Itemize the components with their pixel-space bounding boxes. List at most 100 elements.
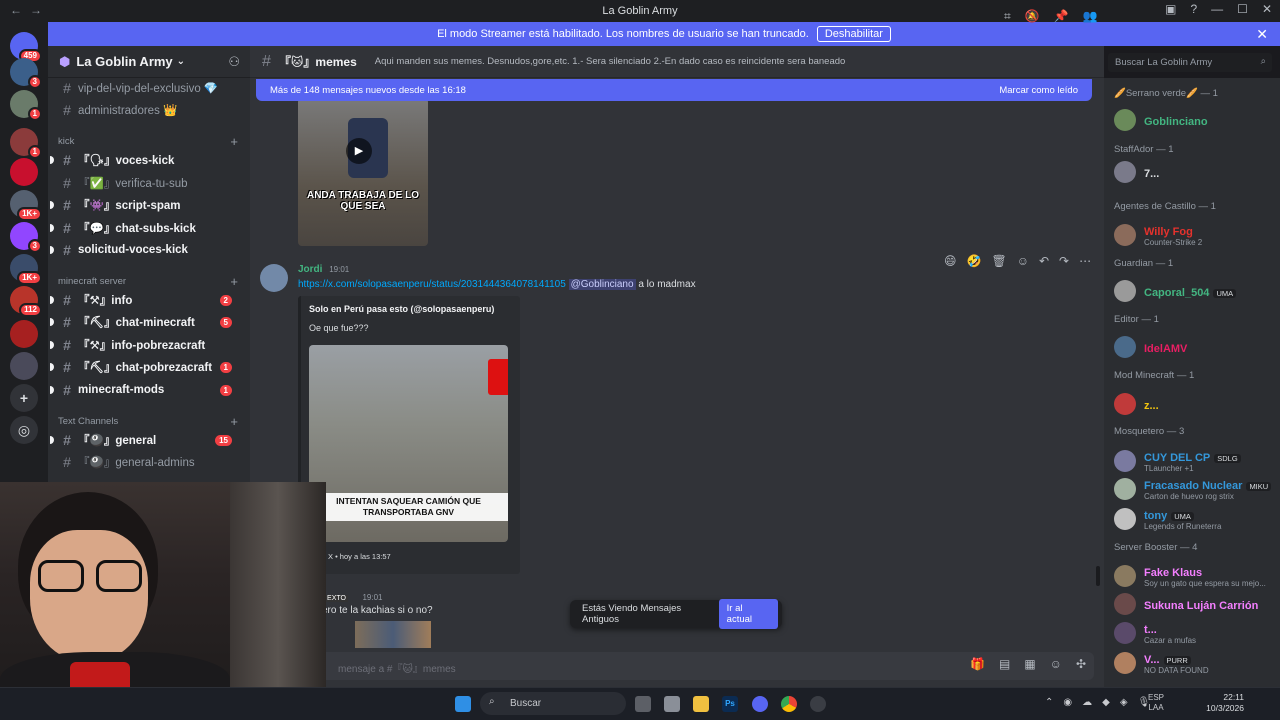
tray-icon[interactable]: ☁ (1082, 697, 1092, 708)
video-attachment[interactable]: ▶ ANDA TRABAJA DE LO QUE SEA (298, 98, 428, 246)
scrollbar[interactable] (1096, 566, 1100, 586)
channel-item[interactable]: # 『⛏』chat-pobrezacraft 1 (50, 357, 242, 377)
minimize-icon[interactable]: — (1211, 2, 1223, 16)
server-icon[interactable] (10, 352, 38, 380)
task-view-icon[interactable] (635, 696, 651, 712)
message-link[interactable]: https://x.com/solopasaenperu/status/2031… (298, 279, 566, 290)
reaction-trash-icon[interactable]: 🗑 (991, 254, 1006, 268)
channel-item[interactable]: # vip-del-vip-del-exclusivo 💎 (56, 78, 242, 98)
user-mention[interactable]: @Goblinciano (568, 279, 636, 290)
member-item[interactable]: 7... (1114, 158, 1278, 186)
channel-item[interactable]: # 『⚒』info-pobrezacraft (50, 335, 242, 355)
sticker-icon[interactable]: ▦ (1024, 657, 1035, 671)
add-channel-icon[interactable]: + (230, 414, 238, 429)
more-icon[interactable]: ⋯ (1079, 254, 1091, 268)
threads-icon[interactable]: ⌗ (1004, 9, 1011, 24)
close-window-icon[interactable]: ✕ (1262, 2, 1272, 16)
forward-icon[interactable]: → (30, 3, 42, 17)
server-icon[interactable]: 1 (10, 128, 42, 159)
reply-icon[interactable]: ↶ (1039, 254, 1049, 268)
forward-icon[interactable]: ↷ (1059, 254, 1069, 268)
mute-icon[interactable]: 🔕 (1025, 9, 1040, 24)
reaction-smile-icon[interactable]: 😄 (944, 254, 957, 268)
server-icon[interactable]: 1 (10, 90, 42, 121)
disable-streamer-button[interactable]: Deshabilitar (816, 26, 891, 42)
server-icon[interactable]: 3 (10, 58, 42, 89)
member-item[interactable]: Caporal_504 UMA (1114, 277, 1278, 305)
back-icon[interactable]: ← (10, 3, 22, 17)
chrome-icon[interactable] (781, 696, 797, 712)
channel-category[interactable]: Text Channels + (58, 414, 238, 429)
member-item[interactable]: V... PURR NO DATA FOUND (1114, 649, 1278, 677)
channel-category[interactable]: kick + (58, 134, 238, 149)
author-name[interactable]: Jordi (298, 264, 322, 275)
server-icon[interactable] (10, 320, 38, 348)
emoji-icon[interactable]: ☺ (1050, 657, 1062, 671)
channel-item[interactable]: # 『🎱』general-admins (56, 452, 242, 472)
channel-item[interactable]: # minecraft-mods 1 (50, 380, 242, 400)
play-icon[interactable]: ▶ (346, 138, 372, 164)
member-item[interactable]: CUY DEL CP SDLG TLauncher +1 (1114, 447, 1278, 475)
channel-item[interactable]: # 『⛏』chat-minecraft 5 (50, 312, 242, 332)
search-input[interactable]: Buscar La Goblin Army ⌕ (1108, 53, 1272, 72)
server-icon[interactable]: 459 (10, 32, 42, 63)
close-icon[interactable]: ✕ (1256, 26, 1268, 43)
member-item[interactable]: Fake Klaus Soy un gato que espera su mejo… (1114, 562, 1278, 590)
server-icon[interactable]: 3 (10, 222, 42, 253)
add-member-icon[interactable]: ⚇ (228, 54, 240, 70)
app-icon[interactable] (664, 696, 680, 712)
channel-category[interactable]: minecraft server + (58, 274, 238, 289)
maximize-icon[interactable]: ☐ (1237, 2, 1248, 16)
help-icon[interactable]: ? (1190, 2, 1197, 16)
server-icon[interactable]: 1K+ (10, 254, 42, 285)
start-icon[interactable] (455, 696, 471, 712)
member-item[interactable]: Willy Fog Counter-Strike 2 (1114, 221, 1278, 249)
member-item[interactable]: Fracasado Nuclear MIKU Carton de huevo rog… (1114, 475, 1278, 503)
member-item[interactable]: IdelAMV (1114, 333, 1278, 361)
reaction-laugh-icon[interactable]: 🤣 (967, 254, 982, 268)
clock[interactable]: 22:11 10/3/2026 (1206, 692, 1244, 714)
taskbar-search[interactable]: ⌕ Buscar (480, 692, 626, 715)
apps-icon[interactable]: ✣ (1076, 657, 1086, 671)
channel-item[interactable]: # 『🗣』voces-kick (50, 150, 242, 170)
chevron-up-icon[interactable]: ⌃ (1045, 697, 1053, 708)
server-icon[interactable]: 112 (10, 286, 42, 317)
new-messages-bar[interactable]: Más de 148 mensajes nuevos desde las 16:… (256, 79, 1092, 101)
member-item[interactable]: Goblinciano (1114, 106, 1278, 134)
members-icon[interactable]: 👥 (1083, 9, 1098, 24)
server-icon[interactable] (10, 158, 38, 186)
photoshop-icon[interactable]: Ps (722, 696, 738, 712)
folder-icon[interactable] (693, 696, 709, 712)
language-indicator[interactable]: ESP LAA (1148, 693, 1164, 713)
gif-icon[interactable]: ▤ (999, 657, 1010, 671)
add-reaction-icon[interactable]: ☺ (1017, 254, 1029, 268)
channel-item[interactable]: # 『👾』script-spam (50, 195, 242, 215)
add-channel-icon[interactable]: + (230, 134, 238, 149)
server-header[interactable]: ⬢ La Goblin Army ⌄ ⚇ (48, 46, 250, 78)
channel-topic[interactable]: Aqui manden sus memes. Desnudos,gore,etc… (375, 56, 846, 67)
tray-icon[interactable]: ◈ (1120, 697, 1128, 708)
jump-to-present-button[interactable]: Ir al actual (718, 599, 778, 629)
inbox-icon[interactable]: ▣ (1165, 2, 1176, 16)
member-item[interactable]: t... Cazar a mufas (1114, 619, 1278, 647)
channel-item[interactable]: # solicitud-voces-kick (50, 240, 242, 260)
add-channel-icon[interactable]: + (230, 274, 238, 289)
mark-as-read-button[interactable]: Marcar como leído (999, 85, 1078, 96)
channel-item[interactable]: # 『🎱』general 15 (50, 430, 242, 450)
member-item[interactable]: Sukuna Luján Carrión (1114, 590, 1278, 618)
channel-item[interactable]: # 『✅』verifica-tu-sub (56, 173, 242, 193)
image-attachment[interactable] (355, 621, 431, 648)
app-icon[interactable] (810, 696, 826, 712)
avatar[interactable] (260, 264, 288, 292)
tray-icon[interactable]: ◆ (1102, 697, 1110, 708)
gift-icon[interactable]: 🎁 (970, 657, 985, 671)
channel-item[interactable]: # 『💬』chat-subs-kick (50, 218, 242, 238)
server-icon[interactable]: 1K+ (10, 190, 42, 221)
discord-icon[interactable] (752, 696, 768, 712)
discover-icon[interactable]: ◎ (10, 416, 38, 444)
pin-icon[interactable]: 📌 (1054, 9, 1069, 24)
embed-title[interactable]: Solo en Perú pasa esto (@solopasaenperu) (309, 304, 494, 314)
embed-video[interactable]: INTENTAN SAQUEAR CAMIÓN QUE TRANSPORTABA… (309, 345, 508, 542)
message-input[interactable]: mensaje a #『🐱』memes (260, 652, 1094, 680)
channel-item[interactable]: # administradores 👑 (56, 100, 242, 120)
